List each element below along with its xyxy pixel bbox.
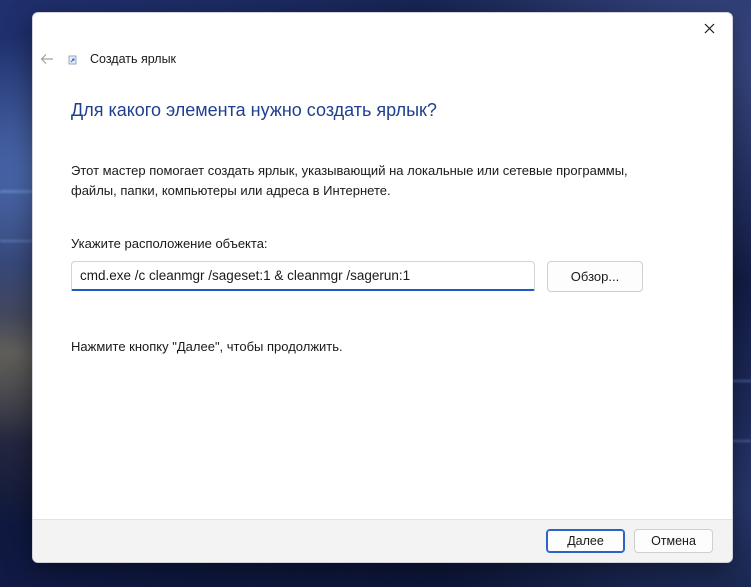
wallpaper-light-streak: [0, 240, 32, 242]
wallpaper-light-streak: [731, 440, 751, 442]
next-button[interactable]: Далее: [546, 529, 625, 553]
wallpaper-light-streak: [731, 380, 751, 382]
continue-hint: Нажмите кнопку "Далее", чтобы продолжить…: [71, 339, 343, 354]
wizard-description: Этот мастер помогает создать ярлык, указ…: [71, 163, 628, 198]
browse-button[interactable]: Обзор...: [547, 261, 643, 292]
close-icon: [704, 23, 714, 33]
page-heading: Для какого элемента нужно создать ярлык?: [71, 100, 437, 120]
create-shortcut-dialog: Создать ярлык Для какого элемента нужно …: [32, 12, 733, 563]
wallpaper-light-streak: [0, 190, 32, 193]
close-button[interactable]: [694, 15, 724, 41]
back-button[interactable]: [37, 49, 57, 69]
location-label: Укажите расположение объекта:: [71, 236, 268, 251]
shortcut-wizard-icon: [68, 55, 77, 65]
back-arrow-icon: [40, 54, 53, 64]
wizard-header: Создать ярлык: [33, 47, 732, 73]
cancel-button[interactable]: Отмена: [634, 529, 713, 553]
dialog-footer: Далее Отмена: [33, 519, 732, 562]
wizard-title: Создать ярлык: [90, 52, 177, 66]
location-input[interactable]: [71, 261, 535, 291]
